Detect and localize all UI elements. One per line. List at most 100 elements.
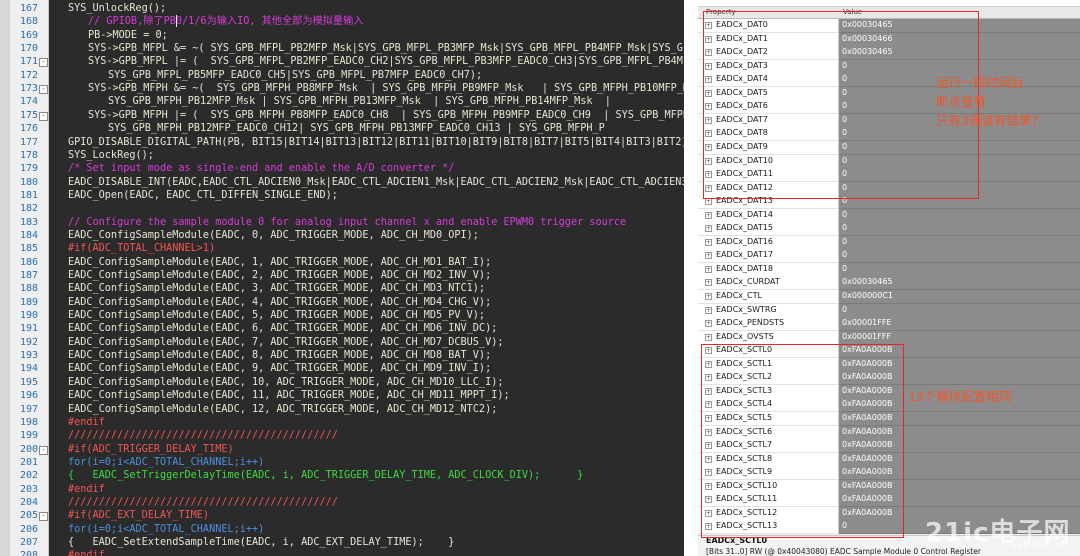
register-row[interactable]: + EADCx_SWTRG 0 — [698, 303, 1080, 318]
register-name-cell[interactable]: + EADCx_PENDSTS — [698, 317, 839, 332]
line-number: 188 — [19, 283, 38, 295]
expand-plus-icon[interactable]: + — [705, 211, 712, 219]
line-number: 201 — [19, 456, 38, 468]
expand-plus-icon[interactable]: + — [705, 225, 712, 233]
register-name-cell[interactable]: + EADCx_OVSTS — [698, 330, 839, 345]
register-value-cell[interactable]: 0 — [839, 208, 1080, 223]
code-line[interactable]: EADC_ConfigSampleModule(EADC, 0, ADC_TRI… — [68, 229, 479, 242]
register-row[interactable]: + EADCx_DAT17 0 — [698, 249, 1080, 264]
register-value-cell[interactable]: 0x000000C1 — [839, 290, 1080, 304]
code-line[interactable]: EADC_ConfigSampleModule(EADC, 4, ADC_TRI… — [68, 296, 491, 309]
register-value-cell[interactable]: 0 — [839, 222, 1080, 237]
code-line[interactable]: SYS_GPB_MFPH_PB12MFP_Msk | SYS_GPB_MFPH_… — [68, 95, 611, 108]
register-name-cell[interactable]: + EADCx_SWTRG — [698, 303, 839, 318]
expand-plus-icon[interactable]: + — [705, 333, 712, 341]
register-row[interactable]: + EADCx_DAT16 0 — [698, 235, 1080, 250]
code-line[interactable]: SYS->GPB_MFPH &= ~( SYS_GPB_MFPH_PB8MFP_… — [68, 82, 684, 95]
code-line[interactable]: EADC_ConfigSampleModule(EADC, 1, ADC_TRI… — [68, 256, 491, 269]
code-line[interactable]: EADC_ConfigSampleModule(EADC, 11, ADC_TR… — [68, 389, 510, 402]
code-line[interactable]: PB->MODE = 0; — [68, 29, 168, 42]
register-value-cell[interactable]: 0 — [839, 303, 1080, 318]
code-line[interactable]: SYS_LockReg(); — [68, 149, 154, 162]
code-line[interactable]: EADC_ConfigSampleModule(EADC, 6, ADC_TRI… — [68, 322, 497, 335]
fold-toggle-icon[interactable]: - — [39, 58, 48, 68]
expand-plus-icon[interactable]: + — [705, 238, 712, 246]
code-line[interactable]: EADC_ConfigSampleModule(EADC, 7, ADC_TRI… — [68, 336, 503, 349]
code-line[interactable]: #endif — [68, 416, 105, 429]
register-value-cell[interactable]: 0x00001FFF — [839, 330, 1080, 345]
text-caret — [176, 15, 177, 27]
register-name-cell[interactable]: + EADCx_DAT17 — [698, 249, 839, 264]
expand-plus-icon[interactable]: + — [705, 265, 712, 273]
line-number: 187 — [19, 270, 38, 281]
register-row[interactable]: + EADCx_PENDSTS 0x00001FFE — [698, 317, 1080, 332]
expand-plus-icon[interactable]: + — [705, 279, 712, 287]
code-line[interactable]: EADC_ConfigSampleModule(EADC, 10, ADC_TR… — [68, 376, 503, 389]
code-line[interactable]: SYS->GPB_MFPH |= ( SYS_GPB_MFPH_PB8MFP_E… — [68, 109, 684, 122]
code-line[interactable]: { EADC_SetTriggerDelayTime(EADC, i, ADC_… — [68, 469, 583, 482]
register-value-cell[interactable]: 0 — [839, 262, 1080, 277]
fold-toggle-icon[interactable]: - — [39, 445, 48, 455]
register-value-cell[interactable]: 0 — [839, 249, 1080, 264]
code-line[interactable]: EADC_ConfigSampleModule(EADC, 12, ADC_TR… — [68, 403, 497, 416]
code-line[interactable]: ////////////////////////////////////////… — [68, 496, 338, 509]
code-line[interactable]: SYS->GPB_MFPL &= ~( SYS_GPB_MFPL_PB2MFP_… — [68, 42, 684, 55]
code-line[interactable]: EADC_ConfigSampleModule(EADC, 9, ADC_TRI… — [68, 362, 491, 375]
code-line[interactable]: EADC_DISABLE_INT(EADC,EADC_CTL_ADCIEN0_M… — [68, 176, 684, 189]
register-row[interactable]: + EADCx_DAT15 0 — [698, 222, 1080, 237]
register-name-cell[interactable]: + EADCx_DAT15 — [698, 222, 839, 237]
register-value: 0 — [842, 304, 848, 314]
annotation-note-line1: 运行一段时间后 — [936, 75, 1024, 90]
code-editor[interactable]: 167 168 169 170 171 172 173 174 175 176 177 178 179 1… — [0, 0, 684, 556]
code-line[interactable]: for(i=0;i<ADC_TOTAL_CHANNEL;i++) — [68, 523, 264, 536]
code-line[interactable]: /* Set input mode as single-end and enab… — [68, 162, 454, 175]
code-line[interactable]: ////////////////////////////////////////… — [68, 429, 338, 442]
code-line[interactable]: // Configure the sample module 0 for ana… — [68, 216, 626, 229]
register-row[interactable]: + EADCx_DAT18 0 — [698, 262, 1080, 277]
fold-toggle-icon[interactable]: - — [39, 111, 48, 121]
code-line[interactable]: EADC_ConfigSampleModule(EADC, 5, ADC_TRI… — [68, 309, 485, 322]
fold-toggle-icon[interactable]: - — [39, 85, 48, 95]
register-row[interactable]: + EADCx_DAT14 0 — [698, 208, 1080, 223]
register-name-cell[interactable]: + EADCx_CTL — [698, 290, 839, 304]
code-line[interactable]: for(i=0;i<ADC_TOTAL_CHANNEL;i++) — [68, 456, 264, 469]
code-line[interactable]: #endif — [68, 549, 105, 556]
expand-plus-icon[interactable]: + — [705, 252, 712, 260]
code-area[interactable]: SYS_UnlockReg();// GPIOB,除了PB0/1/6为输入IO,… — [50, 0, 684, 556]
code-line[interactable]: SYS_GPB_MFPL_PB5MFP_EADC0_CH5|SYS_GPB_MF… — [68, 69, 482, 82]
code-line[interactable]: SYS_UnlockReg(); — [68, 2, 166, 15]
register-name: EADCx_OVSTS — [716, 331, 774, 341]
register-name-cell[interactable]: + EADCx_DAT16 — [698, 235, 839, 250]
register-value-cell[interactable]: 0x00001FFE — [839, 317, 1080, 332]
register-name-cell[interactable]: + EADCx_DAT14 — [698, 208, 839, 223]
breakpoint-strip[interactable] — [0, 0, 10, 556]
annotation-note-line3: 只有3通道有结果? — [936, 113, 1039, 128]
code-line[interactable]: #if(ADC_EXT_DELAY_TIME) — [68, 509, 209, 522]
code-line[interactable]: EADC_ConfigSampleModule(EADC, 3, ADC_TRI… — [68, 282, 485, 295]
expand-plus-icon[interactable]: + — [705, 198, 712, 206]
code-line[interactable]: #endif — [68, 483, 105, 496]
code-line[interactable]: // GPIOB,除了PB0/1/6为输入IO, 其他全部为模拟量输入 — [68, 15, 363, 28]
line-number: 176 — [19, 123, 38, 135]
expand-plus-icon[interactable]: + — [705, 293, 712, 300]
code-line[interactable]: EADC_ConfigSampleModule(EADC, 2, ADC_TRI… — [68, 269, 491, 282]
code-line[interactable]: EADC_Open(EADC, EADC_CTL_DIFFEN_SINGLE_E… — [68, 189, 338, 202]
code-line[interactable]: #if(ADC_TRIGGER_DELAY_TIME) — [68, 443, 234, 456]
code-line[interactable]: #if(ADC_TOTAL_CHANNEL>1) — [68, 242, 215, 255]
code-line[interactable]: { EADC_SetExtendSampleTime(EADC, i, ADC_… — [68, 536, 454, 549]
register-name-cell[interactable]: + EADCx_DAT18 — [698, 262, 839, 277]
code-line[interactable]: GPIO_DISABLE_DIGITAL_PATH(PB, BIT15|BIT1… — [68, 136, 684, 149]
register-value-cell[interactable]: 0 — [839, 235, 1080, 250]
code-line[interactable]: SYS->GPB_MFPL |= ( SYS_GPB_MFPL_PB2MFP_E… — [68, 55, 684, 68]
expand-plus-icon[interactable]: + — [705, 306, 712, 314]
fold-toggle-icon[interactable]: - — [39, 512, 48, 522]
register-row[interactable]: + EADCx_CURDAT 0x00030465 — [698, 276, 1080, 291]
register-name-cell[interactable]: + EADCx_CURDAT — [698, 276, 839, 291]
register-value-cell[interactable]: 0x00030465 — [839, 276, 1080, 291]
code-line[interactable]: EADC_ConfigSampleModule(EADC, 8, ADC_TRI… — [68, 349, 491, 362]
expand-plus-icon[interactable]: + — [705, 320, 712, 328]
code-line[interactable]: SYS_GPB_MFPH_PB12MFP_EADC0_CH12| SYS_GPB… — [68, 122, 605, 135]
register-row[interactable]: + EADCx_OVSTS 0x00001FFF — [698, 330, 1080, 345]
register-row[interactable]: + EADCx_CTL 0x000000C1 — [698, 290, 1080, 304]
register-value: 0x00030465 — [842, 277, 893, 287]
